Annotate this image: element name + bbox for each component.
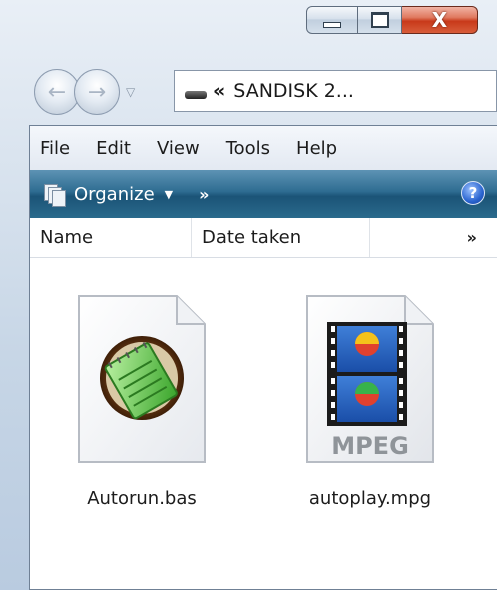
explorer-window: X ← → ▽ « SANDISK 2... File Edit View To… <box>0 0 497 590</box>
forward-arrow-icon: → <box>87 79 107 105</box>
address-overflow-chevron[interactable]: « <box>213 80 225 102</box>
recent-pages-dropdown[interactable]: ▽ <box>126 85 140 99</box>
file-item[interactable]: Autorun.bas <box>47 258 237 548</box>
mpeg-video-icon: MPEG <box>306 295 434 463</box>
maximize-icon <box>370 12 389 28</box>
mpeg-badge: MPEG <box>331 432 409 460</box>
help-icon: ? <box>468 184 478 202</box>
column-headers: Name Date taken » <box>30 218 497 258</box>
columns-overflow-button[interactable]: » <box>467 228 477 247</box>
caption-buttons: X <box>306 6 478 34</box>
column-date-label: Date taken <box>202 227 302 248</box>
address-bar[interactable]: « SANDISK 2... <box>174 70 497 112</box>
file-name: Autorun.bas <box>87 488 197 509</box>
menu-help[interactable]: Help <box>296 138 337 159</box>
menu-view[interactable]: View <box>157 138 200 159</box>
toolbar-overflow-button[interactable]: » <box>199 185 209 204</box>
column-header-name[interactable]: Name <box>30 218 192 257</box>
file-name: autoplay.mpg <box>308 488 432 509</box>
forward-button[interactable]: → <box>74 69 120 115</box>
navigation-bar: ← → ▽ <box>34 66 140 118</box>
command-toolbar: Organize ▼ » ? <box>30 170 497 218</box>
help-button[interactable]: ? <box>461 181 485 205</box>
maximize-button[interactable] <box>358 6 402 34</box>
file-item[interactable]: MPEG autoplay.mpg <box>275 258 465 548</box>
close-icon: X <box>431 8 448 32</box>
usb-drive-icon <box>185 91 207 99</box>
minimize-button[interactable] <box>306 6 358 34</box>
explorer-content-pane: File Edit View Tools Help Organize ▼ » ?… <box>29 125 497 590</box>
menu-bar: File Edit View Tools Help <box>30 126 497 170</box>
column-name-label: Name <box>40 227 94 248</box>
menu-file[interactable]: File <box>40 138 70 159</box>
notepad-document-icon <box>78 295 206 463</box>
organize-icon <box>44 184 66 207</box>
file-list: Autorun.bas MPEG autoplay.mpg <box>30 258 497 590</box>
close-button[interactable]: X <box>402 6 478 34</box>
back-arrow-icon: ← <box>47 79 67 105</box>
address-location: SANDISK 2... <box>233 80 354 102</box>
organize-button[interactable]: Organize <box>74 184 155 205</box>
column-header-date-taken[interactable]: Date taken <box>192 218 370 257</box>
menu-tools[interactable]: Tools <box>226 138 270 159</box>
organize-dropdown-arrow-icon[interactable]: ▼ <box>165 188 173 201</box>
minimize-icon <box>323 22 341 28</box>
menu-edit[interactable]: Edit <box>96 138 131 159</box>
